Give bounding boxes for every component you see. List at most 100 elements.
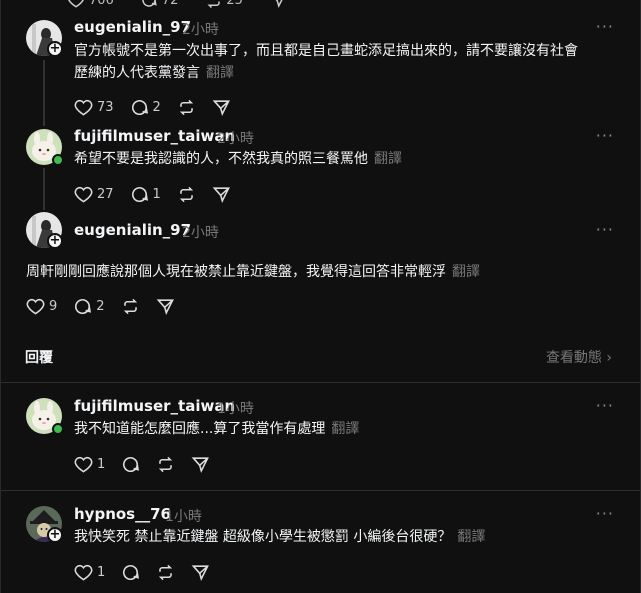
action-row: 73 2 [74,98,247,117]
like-button[interactable]: 73 [74,98,114,117]
top-comment-button[interactable]: 72 [140,0,178,9]
post-text-line: 周軒剛剛回應說那個人現在被禁止靠近鍵盤，我覺得這回答非常輕浮 [26,264,446,280]
like-count: 27 [97,187,114,202]
share-icon [212,100,230,117]
post-text: 周軒剛剛回應說那個人現在被禁止靠近鍵盤，我覺得這回答非常輕浮 翻譯 [26,261,626,283]
translate-link[interactable]: 翻譯 [452,264,480,280]
repost-icon [179,99,193,116]
timestamp[interactable]: 2小時 [182,19,219,39]
translate-link[interactable]: 翻譯 [206,65,234,81]
username[interactable]: fujifilmuser_taiwan [74,127,235,145]
comment-button[interactable]: 1 [130,185,161,204]
heart-icon [26,298,45,315]
comment-button[interactable]: 2 [130,98,161,117]
translate-link[interactable]: 翻譯 [331,421,359,437]
repost-button[interactable] [177,185,196,204]
follow-plus-icon[interactable]: + [47,41,63,57]
timestamp[interactable]: 2小時 [182,222,219,242]
post-text: 官方帳號不是第一次出事了，而且都是自己畫蛇添足搞出來的，請不要讓沒有社會 歷練的… [74,40,634,84]
comment-button[interactable] [121,563,140,582]
thread-line [43,168,45,210]
post-text-line: 官方帳號不是第一次出事了，而且都是自己畫蛇添足搞出來的，請不要讓沒有社會 [74,43,578,59]
divider [1,382,640,383]
repost-icon [179,186,193,203]
replies-heading: 回覆 [25,350,53,366]
like-count: 73 [97,100,114,115]
thread-page: 706 72 25 + eugenialin_97 2小時 ··· 官方帳號不是… [0,0,641,593]
comment-icon [123,565,140,581]
heart-icon [74,99,93,116]
like-count: 1 [97,457,106,472]
translate-link[interactable]: 翻譯 [457,529,485,545]
top-like-count: 706 [89,0,114,8]
follow-plus-icon[interactable]: + [47,233,63,249]
top-action-row: 706 72 25 [67,0,287,9]
share-icon [191,457,210,474]
share-button[interactable] [191,563,210,582]
repost-icon [123,298,137,315]
online-status-dot [52,154,64,166]
top-repost-count: 25 [226,0,243,8]
like-button[interactable]: 27 [74,185,114,204]
reply-text-line: 我不知道能怎麼回應...算了我當作有處理 [74,421,326,437]
comment-count: 2 [152,100,161,115]
post-text: 希望不要是我認識的人，不然我真的照三餐罵他 翻譯 [74,148,634,170]
action-row: 1 [74,563,226,582]
heart-icon [68,0,84,8]
timestamp[interactable]: 1小時 [217,398,254,418]
repost-icon [159,456,173,473]
more-options-icon[interactable]: ··· [596,220,614,239]
reply-text-line: 我快笑死 禁止靠近鍵盤 超級像小學生被懲罰 小編後台很硬？ [74,529,452,545]
like-count: 1 [97,565,106,580]
top-share-button[interactable] [269,0,287,9]
repost-icon [207,1,221,9]
post-text-line: 歷練的人代表黨發言 [74,65,200,81]
share-button[interactable] [212,98,231,117]
share-button[interactable] [191,455,210,474]
repost-button[interactable] [156,455,175,474]
timestamp[interactable]: 1小時 [165,506,202,526]
repost-button[interactable] [121,297,140,316]
share-icon [191,565,210,582]
repost-button[interactable] [177,98,196,117]
username[interactable]: eugenialin_97 [74,18,191,36]
comment-icon [123,457,140,473]
post-text-line: 希望不要是我認識的人，不然我真的照三餐罵他 [74,151,368,167]
like-button[interactable]: 1 [74,455,105,474]
timestamp[interactable]: 2小時 [217,128,254,148]
share-button[interactable] [212,185,231,204]
reply-text: 我不知道能怎麼回應...算了我當作有處理 翻譯 [74,418,634,440]
share-icon [156,299,174,316]
heart-icon [74,456,93,473]
repost-button[interactable] [156,563,175,582]
top-like-button[interactable]: 706 [67,0,114,9]
comment-button[interactable] [121,455,140,474]
more-options-icon[interactable]: ··· [596,126,614,145]
share-icon [212,187,230,204]
top-repost-button[interactable]: 25 [204,0,243,9]
follow-plus-icon[interactable]: + [47,527,63,543]
action-row: 1 [74,455,226,474]
comment-icon [75,299,92,315]
like-count: 9 [49,299,58,314]
more-options-icon[interactable]: ··· [596,396,614,415]
share-icon [275,0,283,9]
comment-icon [131,187,148,203]
comment-count: 1 [152,187,161,202]
more-options-icon[interactable]: ··· [596,504,614,523]
share-button[interactable] [156,297,175,316]
username[interactable]: eugenialin_97 [74,221,191,239]
like-button[interactable]: 9 [26,297,57,316]
comment-icon [142,0,157,7]
like-button[interactable]: 1 [74,563,105,582]
username[interactable]: hypnos__76 [74,505,171,523]
reply-text: 我快笑死 禁止靠近鍵盤 超級像小學生被懲罰 小編後台很硬？ 翻譯 [74,526,634,548]
divider [1,490,640,491]
repost-icon [159,564,173,581]
more-options-icon[interactable]: ··· [596,17,614,36]
comment-button[interactable]: 2 [73,297,105,316]
view-activity-link[interactable]: 查看動態 › [546,347,612,367]
online-status-dot [52,423,64,435]
translate-link[interactable]: 翻譯 [374,151,402,167]
username[interactable]: fujifilmuser_taiwan [74,397,235,415]
